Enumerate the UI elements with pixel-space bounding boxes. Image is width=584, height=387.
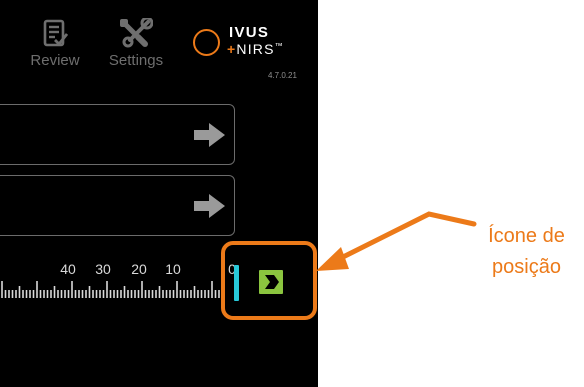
settings-label: Settings [108, 52, 164, 69]
input-field-2[interactable] [0, 175, 235, 236]
callout-line-2: posição [492, 256, 561, 278]
callout-line-1: Ícone de [488, 225, 565, 247]
review-label: Review [30, 52, 80, 69]
highlight-box [221, 241, 317, 320]
tick-label: 20 [131, 261, 147, 277]
settings-icon [120, 18, 153, 48]
logo-ring [193, 29, 220, 56]
tick-label: 10 [165, 261, 181, 277]
review-button[interactable]: Review [22, 18, 88, 88]
review-icon [43, 19, 68, 47]
distance-ruler [1, 281, 224, 298]
ivus-nirs-logo: IVUS +NIRS™ 4.7.0.21 [191, 24, 306, 88]
logo-nirs-text: +NIRS™ [227, 41, 283, 57]
settings-button[interactable]: Settings [92, 18, 180, 88]
tick-label: 30 [95, 261, 111, 277]
logo-ivus-text: IVUS [229, 24, 270, 41]
ivus-screen: Review Settings IVUS +NIRS™ 4.7.0.21 40 … [0, 0, 318, 387]
tick-label: 40 [60, 261, 76, 277]
input-field-1[interactable] [0, 104, 235, 165]
callout-label: Ícone de posição [469, 221, 584, 283]
version-label: 4.7.0.21 [268, 71, 297, 80]
arrow-right-icon[interactable] [194, 123, 225, 147]
arrow-right-icon[interactable] [194, 194, 225, 218]
